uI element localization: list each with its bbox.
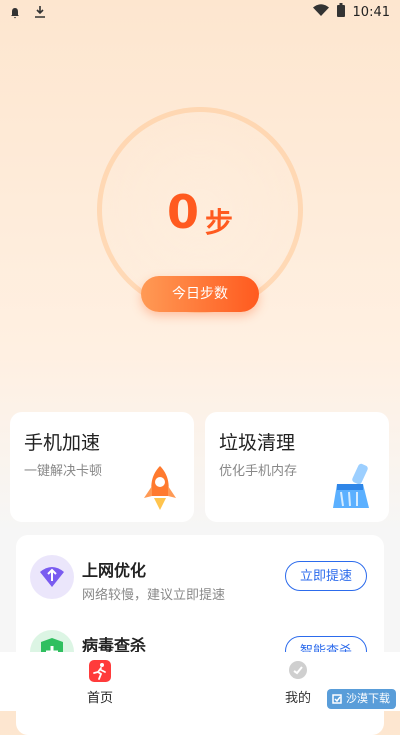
chat-bubble-icon [287,660,309,682]
rocket-icon [140,464,180,516]
broom-icon [329,462,375,516]
junk-clean-card[interactable]: 垃圾清理 优化手机内存 [205,412,389,522]
card-subtitle: 一键解决卡顿 [24,464,103,479]
step-counter: 0步 [0,185,400,239]
tab-home[interactable]: 首页 [70,660,130,706]
status-time: 10:41 [352,4,390,20]
tab-mine[interactable]: 我的 [268,660,328,706]
card-title: 手机加速 [24,432,101,454]
wifi-icon [312,4,329,20]
today-steps-button[interactable]: 今日步数 [141,276,259,312]
download-icon [34,4,46,23]
card-title: 垃圾清理 [219,432,296,454]
boost-now-button[interactable]: 立即提速 [285,561,367,591]
watermark-logo: 沙漠下载 [327,689,396,709]
step-unit: 步 [205,206,234,239]
notification-bell-icon [10,4,20,23]
battery-icon [336,3,345,21]
running-icon [89,660,111,682]
watermark-text: 沙漠下载 [346,692,390,705]
wifi-boost-icon [30,555,74,599]
status-bar: 10:41 [0,0,400,24]
list-item[interactable]: 上网优化 网络较慢，建议立即提速 立即提速 [16,547,384,607]
tab-label: 首页 [86,691,113,706]
phone-boost-card[interactable]: 手机加速 一键解决卡顿 [10,412,194,522]
row-title: 上网优化 [82,561,147,580]
card-subtitle: 优化手机内存 [219,464,298,479]
tab-label: 我的 [284,691,311,706]
step-count: 0 [166,185,199,239]
row-subtitle: 网络较慢，建议立即提速 [82,588,226,603]
